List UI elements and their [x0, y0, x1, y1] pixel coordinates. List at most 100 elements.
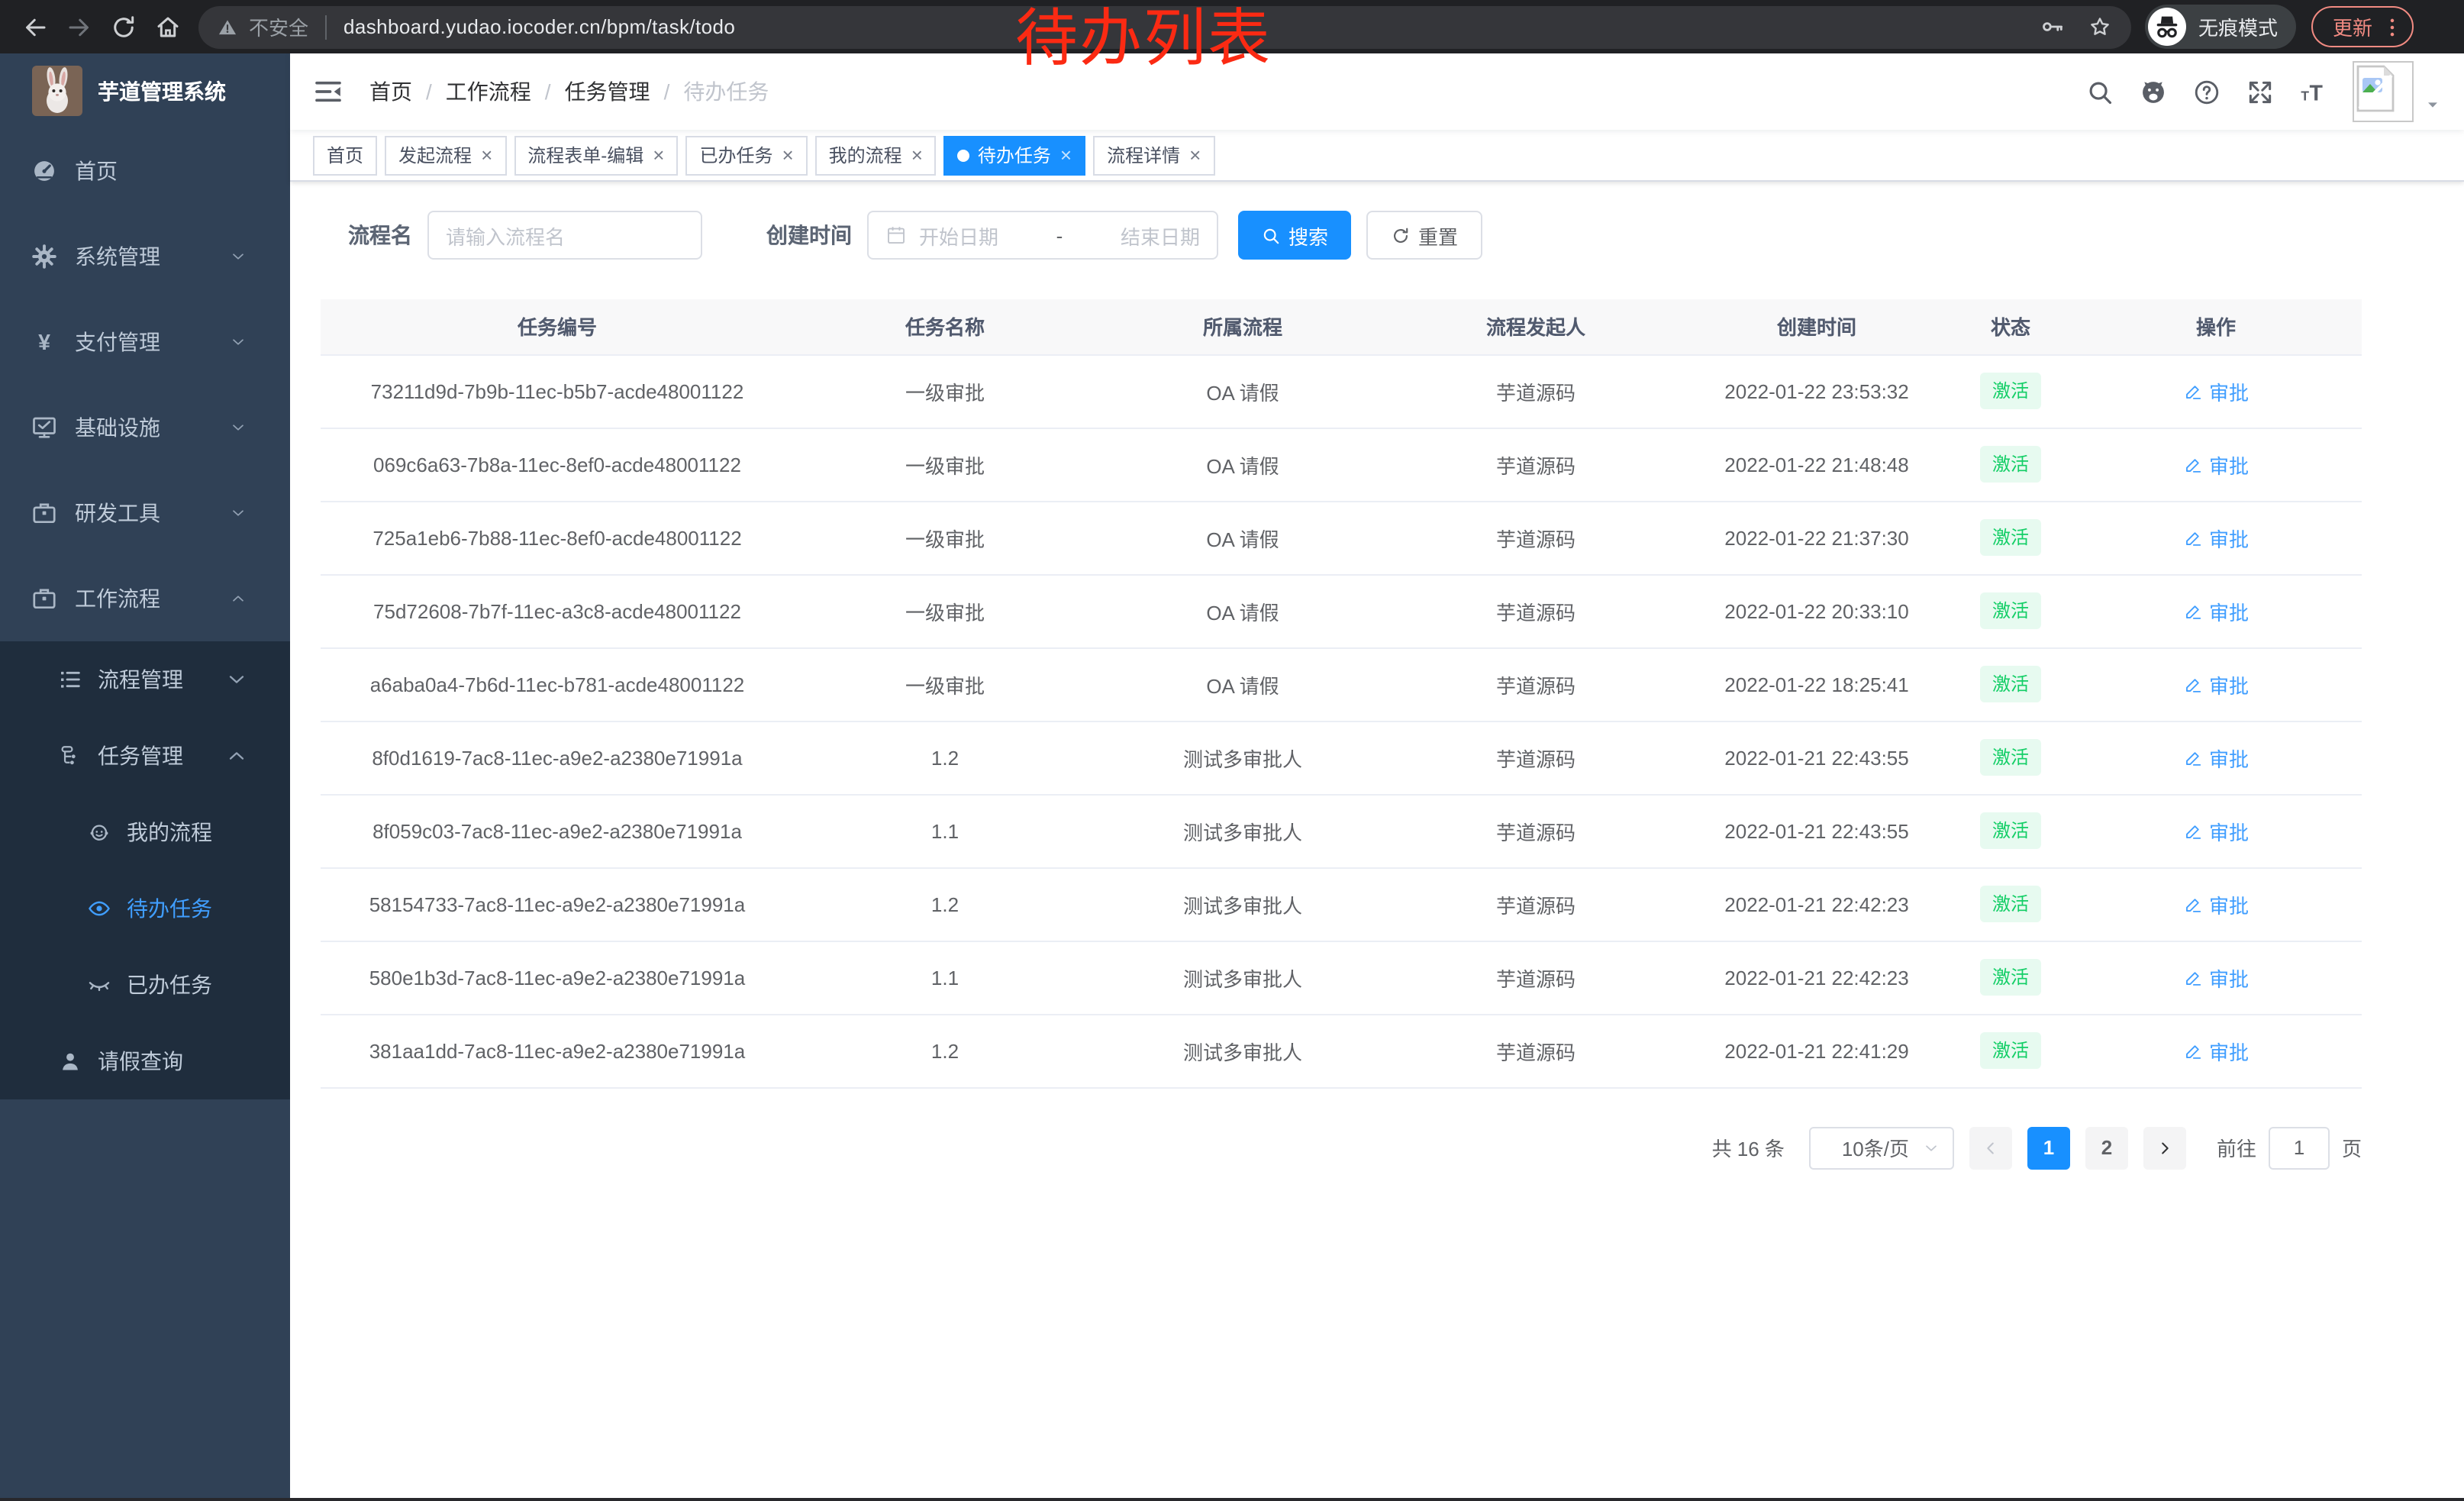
sidebar-toggle-icon[interactable]: [313, 76, 343, 107]
tab-流程详情[interactable]: 流程详情×: [1093, 135, 1214, 175]
breadcrumb: 首页/工作流程/任务管理/待办任务: [369, 76, 769, 107]
table-row: 580e1b3d-7ac8-11ec-a9e2-a2380e71991a1.1测…: [321, 941, 2362, 1014]
sidebar-item-process-management[interactable]: 流程管理: [0, 641, 290, 718]
approve-label: 审批: [2209, 376, 2249, 405]
status-cell: 激活: [1951, 721, 2070, 794]
approve-link[interactable]: 审批: [2183, 523, 2249, 552]
tab-label: 已办任务: [699, 142, 772, 168]
page-size-select[interactable]: 10条/页: [1809, 1126, 1954, 1169]
browser-update-button[interactable]: 更新: [2311, 6, 2414, 47]
avatar[interactable]: [2353, 61, 2414, 122]
font-size-icon[interactable]: TT: [2287, 77, 2340, 106]
sidebar-item-label: 待办任务: [127, 893, 264, 924]
update-label: 更新: [2333, 12, 2372, 41]
main-area: 首页/工作流程/任务管理/待办任务 TT 首页发起流程×流程表单-编辑×已办任务…: [290, 53, 2464, 1501]
sidebar-item-label: 已办任务: [127, 970, 264, 1000]
chevron-down-icon: [229, 333, 247, 351]
goto-page-input[interactable]: 1: [2269, 1126, 2330, 1169]
start-date-placeholder[interactable]: 开始日期: [919, 221, 998, 250]
user-menu-caret-icon[interactable]: [2424, 96, 2441, 113]
svg-text:¥: ¥: [38, 331, 50, 355]
end-date-placeholder[interactable]: 结束日期: [1121, 221, 1200, 250]
reset-button[interactable]: 重置: [1366, 211, 1482, 260]
close-icon[interactable]: ×: [481, 145, 492, 165]
browser-home-button[interactable]: [145, 5, 189, 49]
status-badge: 激活: [1980, 739, 2041, 776]
approve-link[interactable]: 审批: [2183, 1036, 2249, 1065]
help-icon[interactable]: [2180, 77, 2233, 106]
pencil-icon: [2183, 454, 2203, 474]
github-icon[interactable]: [2127, 77, 2180, 106]
breadcrumb-item[interactable]: 首页: [369, 76, 412, 107]
tab-发起流程[interactable]: 发起流程×: [385, 135, 506, 175]
chevron-down-icon: [229, 418, 247, 437]
sidebar-logo-row[interactable]: 芋道管理系统: [0, 53, 290, 128]
approve-link[interactable]: 审批: [2183, 963, 2249, 992]
sidebar-item-system-management[interactable]: 系统管理: [0, 214, 290, 299]
approve-link[interactable]: 审批: [2183, 596, 2249, 625]
insecure-label[interactable]: 不安全: [249, 12, 308, 41]
tab-首页[interactable]: 首页: [313, 135, 377, 175]
table-row: 8f0d1619-7ac8-11ec-a9e2-a2380e71991a1.2测…: [321, 721, 2362, 794]
gear-icon: [31, 243, 58, 270]
approve-link[interactable]: 审批: [2183, 376, 2249, 405]
page-number-1[interactable]: 1: [2027, 1126, 2070, 1169]
tab-待办任务[interactable]: 待办任务×: [944, 135, 1085, 175]
close-icon[interactable]: ×: [1060, 145, 1072, 165]
tab-我的流程[interactable]: 我的流程×: [815, 135, 937, 175]
search-button[interactable]: 搜索: [1238, 211, 1351, 260]
process-cell: 测试多审批人: [1096, 794, 1389, 867]
close-icon[interactable]: ×: [653, 145, 664, 165]
fullscreen-icon[interactable]: [2233, 77, 2287, 106]
tab-已办任务[interactable]: 已办任务 ×: [685, 135, 807, 175]
pencil-icon: [2183, 601, 2203, 621]
status-badge: 激活: [1980, 446, 2041, 483]
tab-流程表单-编辑[interactable]: 流程表单-编辑×: [514, 135, 678, 175]
task-table: 任务编号任务名称所属流程流程发起人创建时间状态操作 73211d9d-7b9b-…: [321, 299, 2362, 1088]
create-time-cell: 2022-01-22 20:33:10: [1682, 574, 1951, 647]
key-icon[interactable]: [2040, 14, 2066, 40]
breadcrumb-item[interactable]: 工作流程: [446, 76, 531, 107]
create-time-cell: 2022-01-22 21:37:30: [1682, 501, 1951, 574]
process-name-input[interactable]: 请输入流程名: [427, 211, 702, 260]
sidebar-item-home[interactable]: 首页: [0, 128, 290, 214]
close-icon[interactable]: ×: [782, 145, 793, 165]
page-number-2[interactable]: 2: [2085, 1126, 2128, 1169]
bookmark-star-icon[interactable]: [2087, 14, 2113, 40]
sidebar-item-dev-tools[interactable]: 研发工具: [0, 470, 290, 556]
date-range-picker[interactable]: 开始日期 - 结束日期: [867, 211, 1218, 260]
sidebar-item-leave-query[interactable]: 请假查询: [0, 1023, 290, 1099]
column-header: 状态: [1951, 299, 2070, 354]
browser-menu-icon[interactable]: [2380, 15, 2404, 39]
status-cell: 激活: [1951, 647, 2070, 721]
approve-label: 审批: [2209, 889, 2249, 918]
sidebar-item-task-management[interactable]: 任务管理: [0, 718, 290, 794]
approve-label: 审批: [2209, 596, 2249, 625]
sidebar-item-todo-task[interactable]: 待办任务: [0, 870, 290, 947]
approve-link[interactable]: 审批: [2183, 889, 2249, 918]
sidebar-item-workflow[interactable]: 工作流程: [0, 556, 290, 641]
close-icon[interactable]: ×: [911, 145, 923, 165]
browser-reload-button[interactable]: [101, 5, 145, 49]
approve-link[interactable]: 审批: [2183, 450, 2249, 479]
task-id-cell: 069c6a63-7b8a-11ec-8ef0-acde48001122: [321, 428, 794, 501]
approve-link[interactable]: 审批: [2183, 816, 2249, 845]
address-bar[interactable]: 不安全 dashboard.yudao.iocoder.cn/bpm/task/…: [198, 5, 2131, 48]
app-logo: [32, 66, 82, 116]
sidebar-item-done-task[interactable]: 已办任务: [0, 947, 290, 1023]
prev-page-button[interactable]: [1969, 1126, 2012, 1169]
approve-link[interactable]: 审批: [2183, 670, 2249, 699]
search-icon[interactable]: [2073, 77, 2127, 106]
breadcrumb-item[interactable]: 任务管理: [565, 76, 650, 107]
status-badge: 激活: [1980, 373, 2041, 409]
goto-label: 前往: [2217, 1133, 2256, 1162]
status-cell: 激活: [1951, 501, 2070, 574]
sidebar-item-payment-management[interactable]: ¥支付管理: [0, 299, 290, 385]
next-page-button[interactable]: [2143, 1126, 2186, 1169]
close-icon[interactable]: ×: [1189, 145, 1201, 165]
browser-back-button[interactable]: [12, 5, 56, 49]
browser-forward-button[interactable]: [56, 5, 101, 49]
sidebar-item-my-process[interactable]: 我的流程: [0, 794, 290, 870]
sidebar-item-infrastructure[interactable]: 基础设施: [0, 385, 290, 470]
approve-link[interactable]: 审批: [2183, 743, 2249, 772]
